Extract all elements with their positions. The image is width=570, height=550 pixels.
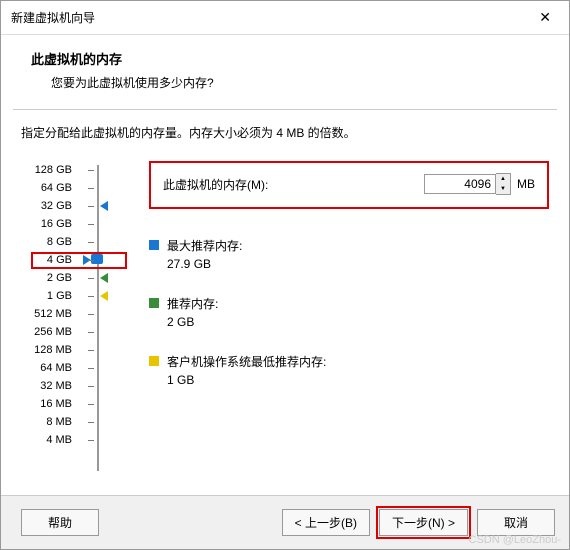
max-memory-label: 最大推荐内存:	[167, 237, 242, 255]
cancel-button[interactable]: 取消	[477, 509, 555, 536]
scale-tick: 1 GB	[21, 287, 121, 305]
square-green-icon	[149, 298, 159, 308]
memory-unit: MB	[517, 177, 535, 191]
scale-tick: 128 GB	[21, 161, 121, 179]
scale-tick: 16 GB	[21, 215, 121, 233]
scale-tick: 8 GB	[21, 233, 121, 251]
window-title: 新建虚拟机向导	[11, 9, 95, 26]
next-button-highlight: 下一步(N) >	[376, 506, 471, 539]
scale-tick: 128 MB	[21, 341, 121, 359]
scale-tick: 16 MB	[21, 395, 121, 413]
min-memory-value: 1 GB	[167, 371, 326, 389]
scale-tick: 4 MB	[21, 431, 121, 449]
scale-tick: 64 GB	[21, 179, 121, 197]
scale-tick: 8 MB	[21, 413, 121, 431]
scale-tick: 32 MB	[21, 377, 121, 395]
next-button[interactable]: 下一步(N) >	[379, 509, 468, 536]
spinner-down-icon[interactable]: ▼	[496, 184, 510, 194]
scale-tick: 64 MB	[21, 359, 121, 377]
scale-tick: 512 MB	[21, 305, 121, 323]
spinner-up-icon[interactable]: ▲	[496, 174, 510, 184]
close-icon[interactable]: ✕	[531, 7, 559, 28]
memory-input[interactable]	[424, 174, 496, 194]
rec-memory-label: 推荐内存:	[167, 295, 218, 313]
memory-input-group: 此虚拟机的内存(M): ▲ ▼ MB	[149, 161, 549, 209]
scale-tick: 32 GB	[21, 197, 121, 215]
max-memory-value: 27.9 GB	[167, 255, 242, 273]
memory-slider[interactable]: 128 GB64 GB32 GB16 GB8 GB4 GB2 GB1 GB512…	[21, 161, 121, 449]
instruction-text: 指定分配给此虚拟机的内存量。内存大小必须为 4 MB 的倍数。	[21, 124, 549, 141]
square-yellow-icon	[149, 356, 159, 366]
page-subtitle: 您要为此虚拟机使用多少内存?	[51, 74, 539, 91]
memory-input-label: 此虚拟机的内存(M):	[163, 176, 424, 193]
page-title: 此虚拟机的内存	[31, 49, 539, 68]
scale-tick: 256 MB	[21, 323, 121, 341]
min-memory-label: 客户机操作系统最低推荐内存:	[167, 353, 326, 371]
square-blue-icon	[149, 240, 159, 250]
rec-memory-value: 2 GB	[167, 313, 218, 331]
scale-tick: 4 GB	[21, 251, 121, 269]
scale-tick: 2 GB	[21, 269, 121, 287]
back-button[interactable]: < 上一步(B)	[282, 509, 370, 536]
help-button[interactable]: 帮助	[21, 509, 99, 536]
